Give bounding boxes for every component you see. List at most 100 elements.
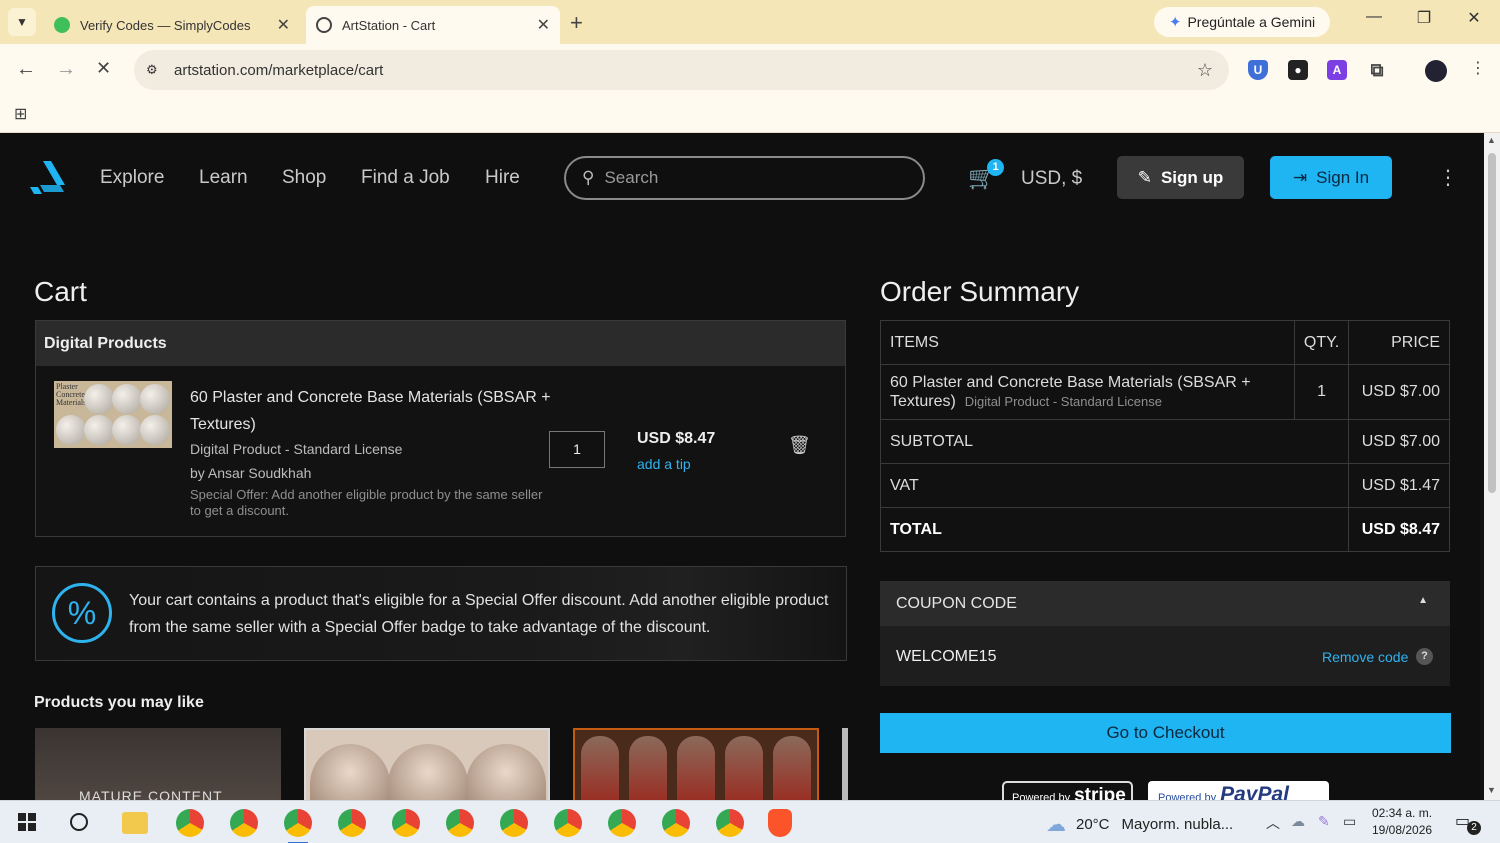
- page-scrollbar[interactable]: ▲ ▼: [1484, 133, 1500, 800]
- column-items: ITEMS: [880, 320, 1295, 365]
- bookmark-star-icon[interactable]: ☆: [1197, 60, 1213, 81]
- chrome-profile-icon[interactable]: [446, 809, 474, 837]
- paypal-prefix: Powered by: [1158, 792, 1217, 800]
- brave-browser-icon[interactable]: [768, 809, 792, 837]
- profile-avatar-icon[interactable]: [1425, 60, 1447, 82]
- total-value: USD $8.47: [1348, 507, 1450, 552]
- url-text[interactable]: artstation.com/marketplace/cart: [174, 62, 1197, 79]
- chrome-profile-icon[interactable]: [554, 809, 582, 837]
- close-tab-icon[interactable]: ✕: [537, 15, 550, 35]
- product-card[interactable]: [842, 728, 848, 800]
- gemini-button[interactable]: ✦ Pregúntale a Gemini: [1154, 7, 1330, 37]
- sign-in-label: Sign In: [1316, 167, 1370, 187]
- scroll-up-icon[interactable]: ▲: [1487, 135, 1496, 145]
- chrome-profile-icon[interactable]: [392, 809, 420, 837]
- chrome-profile-icon[interactable]: [662, 809, 690, 837]
- subtotal-label: SUBTOTAL: [879, 419, 1350, 464]
- weather-widget[interactable]: ☁ 20°C Mayorm. nubla...: [1046, 812, 1233, 837]
- extension-a-icon[interactable]: A: [1327, 60, 1347, 80]
- tray-chevron-up-icon[interactable]: ︿: [1266, 813, 1280, 833]
- go-to-checkout-button[interactable]: Go to Checkout: [880, 713, 1451, 753]
- network-icon[interactable]: ▭: [1343, 813, 1356, 830]
- nav-shop[interactable]: Shop: [282, 167, 326, 189]
- onedrive-cloud-icon[interactable]: ☁: [1291, 813, 1305, 830]
- tab-search-button[interactable]: ▼: [8, 8, 36, 36]
- address-bar[interactable]: ⚙ artstation.com/marketplace/cart ☆: [134, 50, 1229, 90]
- nav-find-a-job[interactable]: Find a Job: [361, 167, 450, 189]
- puzzle-extensions-icon[interactable]: ⧉: [1367, 60, 1387, 80]
- applied-coupon-code: WELCOME15: [896, 648, 997, 665]
- site-info-icon[interactable]: ⚙: [146, 62, 164, 78]
- cloud-icon: ☁: [1046, 814, 1066, 836]
- weather-description: Mayorm. nubla...: [1121, 816, 1234, 833]
- close-tab-icon[interactable]: ✕: [277, 15, 290, 35]
- digital-products-panel: Digital Products Plaster Concrete Materi…: [35, 320, 846, 537]
- remove-code-link[interactable]: Remove code: [1322, 649, 1408, 665]
- system-clock[interactable]: 02:34 a. m. 19/08/2026: [1372, 805, 1432, 839]
- add-tip-link[interactable]: add a tip: [637, 456, 691, 472]
- line-price: USD $8.47: [637, 430, 716, 447]
- tab-artstation[interactable]: ArtStation - Cart ✕: [306, 6, 560, 44]
- order-summary-table: ITEMS QTY. PRICE 60 Plaster and Concrete…: [879, 320, 1450, 552]
- chrome-profile-icon[interactable]: [230, 809, 258, 837]
- product-author[interactable]: by Ansar Soudkhah: [190, 465, 311, 481]
- browser-menu-icon[interactable]: ⋮: [1470, 58, 1486, 78]
- special-offer-text: Your cart contains a product that's elig…: [129, 592, 829, 636]
- product-card[interactable]: MATURE CONTENT: [35, 728, 281, 800]
- new-tab-icon[interactable]: +: [570, 10, 583, 36]
- vat-value: USD $1.47: [1348, 463, 1450, 508]
- table-row: TOTAL USD $8.47: [879, 507, 1450, 552]
- chrome-profile-icon[interactable]: [176, 809, 204, 837]
- tab-simplycodes[interactable]: Verify Codes — SimplyCodes ✕: [44, 6, 300, 44]
- close-window-icon[interactable]: ✕: [1459, 8, 1489, 28]
- chrome-profile-icon[interactable]: [500, 809, 528, 837]
- chrome-profile-icon[interactable]: [716, 809, 744, 837]
- currency-selector[interactable]: USD, $: [1021, 168, 1082, 190]
- special-offer-banner: % Your cart contains a product that's el…: [35, 566, 847, 661]
- simplycodes-icon: [54, 17, 70, 33]
- coupon-toggle[interactable]: COUPON CODE ▲: [880, 581, 1450, 626]
- restore-icon[interactable]: ❐: [1409, 8, 1439, 28]
- back-arrow-icon[interactable]: ←: [16, 58, 36, 81]
- coupon-panel: COUPON CODE ▲ WELCOME15 Remove code ?: [880, 581, 1450, 686]
- search-icon: ⚲: [582, 168, 595, 187]
- gemini-sparkle-icon: ✦: [1168, 14, 1182, 31]
- extension-red-icon[interactable]: ●: [1288, 60, 1308, 80]
- cart-title: Cart: [34, 276, 87, 307]
- scrollbar-thumb[interactable]: [1488, 153, 1496, 493]
- product-title[interactable]: 60 Plaster and Concrete Base Materials (…: [190, 384, 560, 438]
- vat-label: VAT: [879, 463, 1350, 508]
- site-search[interactable]: ⚲: [564, 156, 925, 200]
- product-card[interactable]: [573, 728, 819, 800]
- nav-learn[interactable]: Learn: [199, 167, 248, 189]
- product-thumbnail[interactable]: Plaster Concrete Materials: [54, 381, 172, 448]
- chrome-active-icon[interactable]: [284, 809, 312, 843]
- help-icon[interactable]: ?: [1416, 648, 1433, 665]
- nav-hire[interactable]: Hire: [485, 167, 520, 189]
- windows-start-icon[interactable]: [18, 813, 36, 831]
- chrome-profile-icon[interactable]: [338, 809, 366, 837]
- bitwarden-extension-icon[interactable]: U: [1248, 60, 1268, 80]
- trash-icon[interactable]: 🗑: [788, 435, 811, 456]
- taskbar-search-icon[interactable]: [70, 813, 88, 831]
- scroll-down-icon[interactable]: ▼: [1487, 785, 1496, 795]
- site-header: Explore Learn Shop Find a Job Hire ⚲ 🛒 1…: [0, 133, 1484, 223]
- sign-in-button[interactable]: ⇥ Sign In: [1270, 156, 1392, 199]
- minimize-icon[interactable]: —: [1359, 8, 1389, 26]
- sign-up-button[interactable]: ✎ Sign up: [1117, 156, 1244, 199]
- file-explorer-icon[interactable]: [122, 812, 148, 834]
- product-card[interactable]: [304, 728, 550, 800]
- bookmarks-bar: ⊞: [0, 96, 1500, 133]
- quantity-input[interactable]: 1: [549, 431, 605, 468]
- forward-arrow-icon[interactable]: →: [56, 58, 76, 81]
- artstation-icon: [316, 17, 332, 33]
- apps-grid-icon[interactable]: ⊞: [14, 104, 27, 124]
- search-input[interactable]: [604, 168, 895, 188]
- more-menu-icon[interactable]: ⋮: [1438, 165, 1458, 190]
- table-row: SUBTOTAL USD $7.00: [879, 419, 1450, 464]
- artstation-logo-icon[interactable]: [26, 161, 66, 195]
- nav-explore[interactable]: Explore: [100, 167, 164, 189]
- stop-loading-icon[interactable]: ✕: [96, 58, 111, 79]
- pen-icon[interactable]: ✎: [1318, 813, 1330, 830]
- chrome-profile-icon[interactable]: [608, 809, 636, 837]
